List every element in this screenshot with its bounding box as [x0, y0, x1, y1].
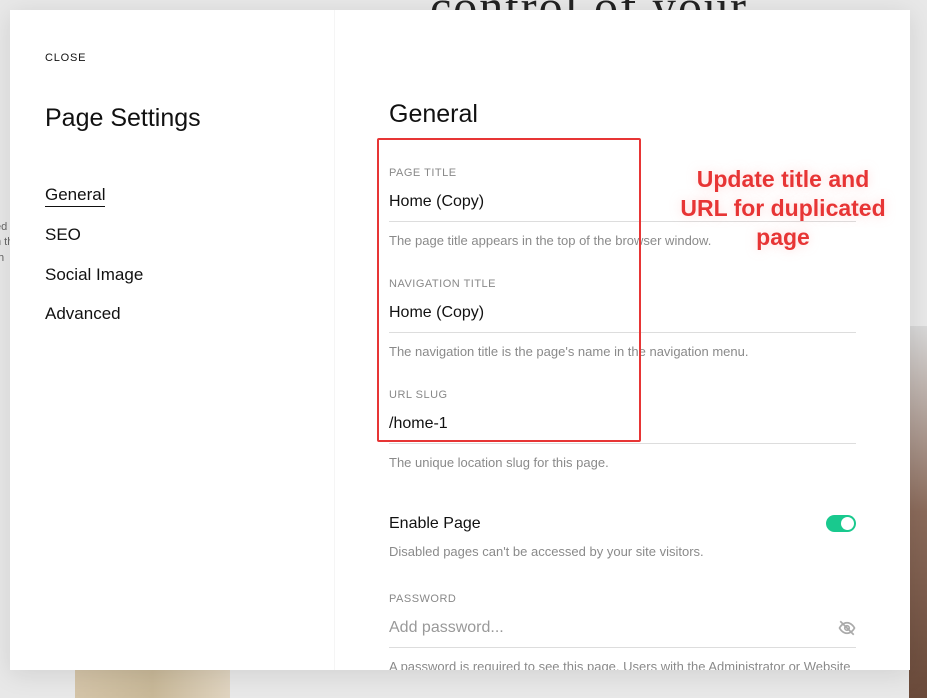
close-button[interactable]: CLOSE [45, 52, 294, 64]
url-slug-label: URL SLUG [389, 389, 856, 401]
settings-nav: General SEO Social Image Advanced [45, 175, 294, 334]
enable-page-label: Enable Page [389, 515, 481, 533]
backdrop-image-right [909, 326, 927, 698]
url-slug-input[interactable] [389, 415, 856, 444]
page-title-field: PAGE TITLE The page title appears in the… [389, 167, 856, 250]
enable-page-help: Disabled pages can't be accessed by your… [389, 543, 856, 561]
toggle-knob [841, 517, 854, 530]
modal-title: Page Settings [45, 104, 294, 133]
page-title-input[interactable] [389, 193, 856, 222]
enable-page-row: Enable Page [389, 515, 856, 533]
nav-item-social-image[interactable]: Social Image [45, 255, 294, 295]
page-title-help: The page title appears in the top of the… [389, 232, 856, 250]
eye-off-icon[interactable] [838, 619, 856, 642]
settings-content: General Update title and URL for duplica… [335, 10, 910, 670]
navigation-title-label: NAVIGATION TITLE [389, 278, 856, 290]
nav-item-seo[interactable]: SEO [45, 215, 294, 255]
password-label: PASSWORD [389, 593, 856, 605]
nav-item-general[interactable]: General [45, 175, 294, 215]
backdrop-image-left [75, 668, 230, 698]
password-input[interactable] [389, 619, 856, 648]
page-title-label: PAGE TITLE [389, 167, 856, 179]
navigation-title-field: NAVIGATION TITLE The navigation title is… [389, 278, 856, 361]
section-title: General [389, 100, 856, 129]
enable-page-toggle[interactable] [826, 515, 856, 532]
url-slug-field: URL SLUG The unique location slug for th… [389, 389, 856, 472]
settings-sidebar: CLOSE Page Settings General SEO Social I… [10, 10, 335, 670]
navigation-title-input[interactable] [389, 304, 856, 333]
navigation-title-help: The navigation title is the page's name … [389, 343, 856, 361]
password-field: PASSWORD A password is required to see t… [389, 593, 856, 670]
url-slug-help: The unique location slug for this page. [389, 454, 856, 472]
nav-item-advanced[interactable]: Advanced [45, 294, 294, 334]
password-help: A password is required to see this page.… [389, 658, 856, 670]
page-settings-modal: CLOSE Page Settings General SEO Social I… [10, 10, 910, 670]
